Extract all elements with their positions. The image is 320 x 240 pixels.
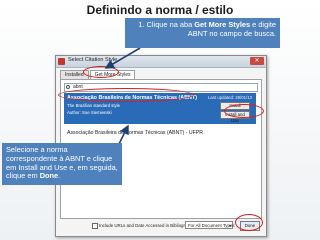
dialog-titlebar: Select Citation Style ✕ bbox=[56, 56, 266, 68]
style-author: Author: Sue Siemienski bbox=[67, 110, 112, 115]
include-urls-checkbox[interactable] bbox=[92, 223, 98, 229]
chevron-down-icon: ▾ bbox=[228, 223, 231, 228]
document-types-value: For All Document Types bbox=[188, 223, 235, 228]
style-row-title: Associação Brasileira de Normas Técnicas… bbox=[67, 130, 203, 136]
highlight-install-and-use bbox=[224, 104, 264, 118]
instruction-callout-step2: Selecione a norma correspondente à ABNT … bbox=[2, 143, 122, 185]
callout2-text2: . bbox=[58, 171, 61, 181]
dialog-footer: Include URLs and Date Accessed in Biblio… bbox=[60, 220, 262, 232]
slide-title: Definindo a norma / estilo bbox=[86, 3, 234, 17]
style-row[interactable]: Associação Brasileira de Normas Técnicas… bbox=[64, 128, 256, 138]
close-button[interactable]: ✕ bbox=[250, 57, 264, 65]
style-description: The Brazilian standard style bbox=[67, 103, 121, 108]
instruction-callout-step1: 1. Clique na aba Get More Styles e digit… bbox=[125, 18, 280, 48]
callout2-text1: Selecione a norma correspondente à ABNT … bbox=[6, 145, 118, 181]
app-icon bbox=[58, 58, 65, 65]
highlight-done bbox=[235, 214, 263, 231]
highlight-selected-row bbox=[58, 88, 194, 102]
highlight-get-more-styles bbox=[83, 66, 119, 78]
dialog-title: Select Citation Style bbox=[68, 57, 118, 63]
document-types-select[interactable]: For All Document Types ▾ bbox=[185, 221, 235, 229]
callout1-text1: 1. Clique na aba bbox=[138, 20, 195, 29]
search-icon bbox=[66, 85, 70, 89]
style-last-updated: Last updated: 29/01/13 bbox=[208, 95, 252, 100]
callout2-bold: Done bbox=[39, 171, 59, 181]
callout1-bold: Get More Styles bbox=[194, 20, 251, 29]
